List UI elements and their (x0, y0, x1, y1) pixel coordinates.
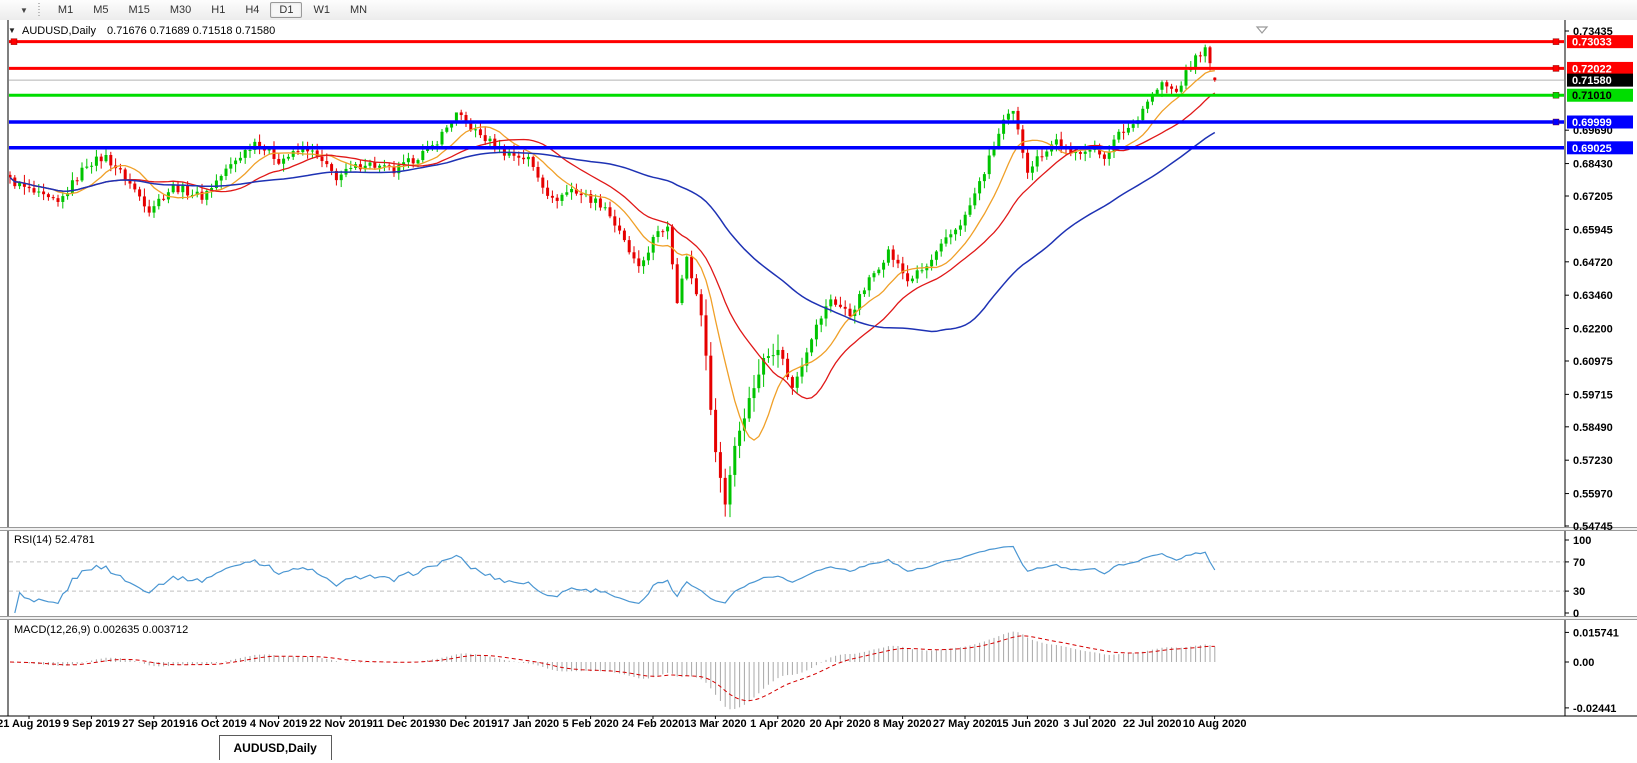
svg-text:27 May 2020: 27 May 2020 (933, 718, 997, 730)
line-handle[interactable] (1552, 38, 1560, 45)
macd-indicator-label: MACD(12,26,9) 0.002635 0.003712 (14, 624, 189, 636)
svg-text:11 Dec 2019: 11 Dec 2019 (372, 718, 434, 730)
timeframe-button-m5[interactable]: M5 (84, 2, 117, 18)
chart-symbol-period: AUDUSD,Daily (22, 25, 96, 37)
svg-text:0.00: 0.00 (1573, 657, 1594, 669)
svg-text:8 May 2020: 8 May 2020 (874, 718, 932, 730)
timeframe-button-d1[interactable]: D1 (270, 2, 303, 18)
price-chart-canvas[interactable]: 0.734350.696900.684300.672050.659450.647… (0, 20, 1637, 763)
svg-text:0.67205: 0.67205 (1573, 191, 1613, 203)
svg-text:0.71580: 0.71580 (1572, 75, 1612, 87)
svg-text:0.73033: 0.73033 (1572, 37, 1612, 49)
line-handle[interactable] (1552, 92, 1560, 99)
svg-text:5 Feb 2020: 5 Feb 2020 (562, 718, 618, 730)
svg-text:0.69999: 0.69999 (1572, 117, 1612, 129)
svg-text:20 Apr 2020: 20 Apr 2020 (810, 718, 871, 730)
timeframe-button-m1[interactable]: M1 (49, 2, 82, 18)
svg-text:1 Apr 2020: 1 Apr 2020 (750, 718, 805, 730)
svg-text:0.015741: 0.015741 (1573, 627, 1619, 639)
svg-text:4 Nov 2019: 4 Nov 2019 (250, 718, 307, 730)
svg-text:70: 70 (1573, 557, 1585, 569)
svg-text:0.57230: 0.57230 (1573, 455, 1613, 467)
svg-text:17 Jan 2020: 17 Jan 2020 (497, 718, 559, 730)
svg-text:22 Jul 2020: 22 Jul 2020 (1123, 718, 1182, 730)
timeframe-button-m30[interactable]: M30 (161, 2, 200, 18)
svg-text:0.72022: 0.72022 (1572, 63, 1612, 75)
line-handle[interactable] (1552, 118, 1560, 126)
svg-text:0.64720: 0.64720 (1573, 257, 1613, 269)
rsi-indicator-label: RSI(14) 52.4781 (14, 534, 95, 546)
svg-text:-0.02441: -0.02441 (1573, 703, 1616, 715)
timeframe-toolbar: ▼ M1 M5 M15 M30 H1 H4 D1 W1 MN (0, 0, 1637, 33)
timeframe-buttons: M1 M5 M15 M30 H1 H4 D1 W1 MN (48, 2, 377, 18)
svg-text:10 Aug 2020: 10 Aug 2020 (1183, 718, 1247, 730)
chart-tab-audusd-daily[interactable]: AUDUSD,Daily (218, 735, 332, 760)
timeframe-button-mn[interactable]: MN (341, 2, 376, 18)
svg-text:0.65945: 0.65945 (1573, 224, 1613, 236)
svg-text:100: 100 (1573, 535, 1591, 547)
svg-text:16 Oct 2019: 16 Oct 2019 (186, 718, 247, 730)
timeframe-button-h1[interactable]: H1 (202, 2, 234, 18)
svg-text:0.55970: 0.55970 (1573, 489, 1613, 501)
svg-text:0.62200: 0.62200 (1573, 324, 1613, 336)
svg-text:0.58490: 0.58490 (1573, 422, 1613, 434)
symbol-dropdown-icon[interactable]: ▼ (8, 26, 16, 35)
chart-type-dropdown-icon[interactable]: ▼ (20, 6, 28, 15)
chart-ohlc-values: 0.71676 0.71689 0.71518 0.71580 (107, 25, 276, 37)
chart-title: AUDUSD,Daily 0.71676 0.71689 0.71518 0.7… (22, 25, 275, 37)
chart-type-icon[interactable] (0, 2, 22, 33)
line-handle[interactable] (10, 38, 18, 45)
timeframe-button-m15[interactable]: M15 (119, 2, 158, 18)
svg-text:0.63460: 0.63460 (1573, 290, 1613, 302)
svg-text:24 Feb 2020: 24 Feb 2020 (622, 718, 684, 730)
line-handle[interactable] (1552, 65, 1560, 72)
svg-text:15 Jun 2020: 15 Jun 2020 (996, 718, 1058, 730)
toolbar-grip[interactable] (37, 3, 40, 17)
timeframe-button-h4[interactable]: H4 (236, 2, 268, 18)
svg-text:0.54745: 0.54745 (1573, 521, 1613, 533)
svg-text:0.59715: 0.59715 (1573, 389, 1613, 401)
svg-text:21 Aug 2019: 21 Aug 2019 (0, 718, 61, 730)
svg-text:0.71010: 0.71010 (1572, 90, 1612, 102)
svg-text:13 Mar 2020: 13 Mar 2020 (684, 718, 746, 730)
svg-text:9 Sep 2019: 9 Sep 2019 (63, 718, 120, 730)
timeframe-button-w1[interactable]: W1 (304, 2, 339, 18)
svg-text:0.68430: 0.68430 (1573, 159, 1613, 171)
svg-text:30 Dec 2019: 30 Dec 2019 (434, 718, 497, 730)
svg-text:3 Jul 2020: 3 Jul 2020 (1064, 718, 1117, 730)
svg-text:27 Sep 2019: 27 Sep 2019 (122, 718, 185, 730)
mt4-window: ▼ M1 M5 M15 M30 H1 H4 D1 W1 MN ▼ AUDUSD,Daily 0.… (0, 0, 1637, 763)
svg-text:0: 0 (1573, 608, 1579, 620)
svg-text:0.69025: 0.69025 (1572, 143, 1612, 155)
svg-text:22 Nov 2019: 22 Nov 2019 (309, 718, 373, 730)
svg-text:30: 30 (1573, 586, 1585, 598)
svg-text:0.60975: 0.60975 (1573, 356, 1613, 368)
